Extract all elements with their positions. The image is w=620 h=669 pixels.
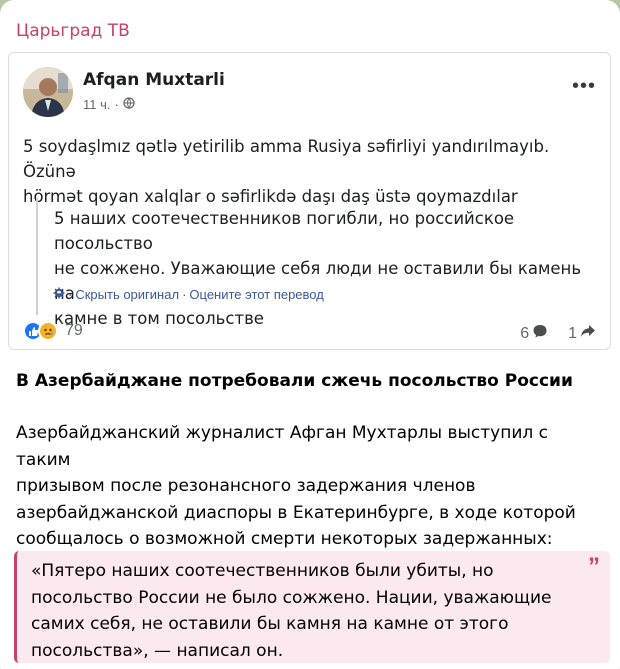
body-line: Азербайджанский журналист Афган Мухтарлы…	[16, 423, 549, 470]
share-icon	[580, 323, 596, 344]
body-line: сообщалось о возможной смерти некоторых …	[16, 529, 553, 549]
comment-icon	[532, 323, 548, 344]
post-meta: 11 ч. ·	[83, 97, 135, 112]
quote-text: «Пятеро наших соотечественников были уби…	[31, 558, 580, 664]
body-line: азербайджанской диаспоры в Екатеринбурге…	[16, 502, 576, 523]
post-stats: 6 1	[506, 323, 596, 344]
reactions-count: 79	[65, 322, 83, 339]
facebook-post-screenshot: Afqan Muxtarli 11 ч. · ••• 5 soydaşlmız …	[8, 52, 611, 350]
meta-separator: ·	[114, 97, 119, 112]
reactions[interactable]: 79	[23, 321, 83, 341]
shares-stat[interactable]: 1	[568, 323, 596, 344]
comments-count: 6	[520, 324, 530, 342]
article-headline: В Азербайджане потребовали сжечь посольс…	[16, 371, 573, 391]
translation-text: 5 наших соотечественников погибли, но ро…	[54, 206, 601, 331]
quote-mark-icon: ”	[588, 553, 600, 580]
sad-icon	[38, 321, 58, 341]
translation-block: 5 наших соотечественников погибли, но ро…	[36, 198, 601, 328]
links-separator: ·	[182, 287, 187, 302]
shares-count: 1	[568, 324, 577, 342]
post-author: Afqan Muxtarli	[83, 70, 225, 90]
article-body: Азербайджанский журналист Афган Мухтарлы…	[16, 420, 606, 553]
quote-line: самих себя, не оставили бы камня на камн…	[31, 614, 509, 634]
quote-line: «Пятеро наших соотечественников были уби…	[31, 561, 494, 581]
quote-line: посольство России не было сожжено. Нации…	[31, 587, 552, 608]
gear-icon	[53, 287, 65, 302]
body-line: призывом после резонансного задержания ч…	[16, 476, 476, 496]
avatar	[23, 67, 73, 117]
blockquote: «Пятеро наших соотечественников были уби…	[14, 551, 610, 663]
hide-original-link[interactable]: Скрыть оригинал	[75, 287, 179, 302]
rate-translation-link[interactable]: Оцените этот перевод	[189, 287, 323, 302]
post-time: 11 ч.	[83, 97, 111, 112]
more-icon[interactable]: •••	[572, 76, 596, 96]
translation-links: · Скрыть оригинал · Оцените этот перевод	[53, 287, 324, 302]
comments-stat[interactable]: 6	[520, 323, 548, 344]
message-bubble: Царьград ТВ Afqan Muxtarli 11 ч. · ••• 5…	[0, 0, 620, 669]
globe-icon	[123, 97, 135, 112]
links-prefix: ·	[68, 287, 73, 302]
channel-name[interactable]: Царьград ТВ	[16, 21, 130, 41]
post-text-line: 5 soydaşlmız qətlə yetirilib amma Rusiya…	[23, 137, 550, 181]
quote-line: посольства», — написал он.	[31, 640, 284, 661]
translation-line: 5 наших соотечественников погибли, но ро…	[54, 209, 515, 253]
